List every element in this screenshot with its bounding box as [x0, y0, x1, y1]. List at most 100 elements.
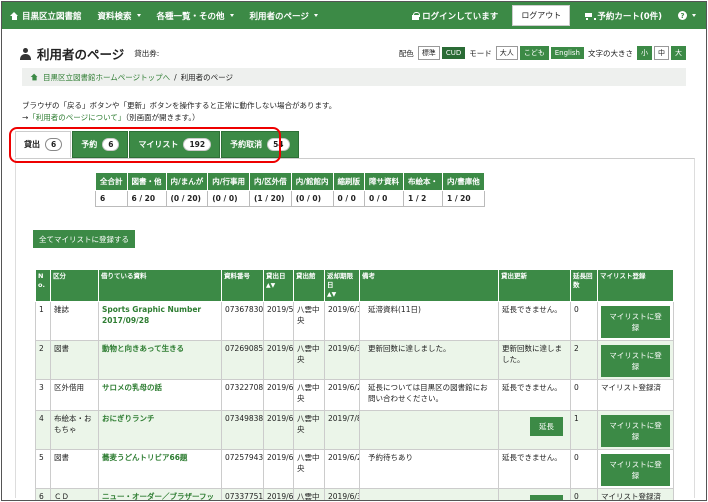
color-cud-button[interactable]: CUD	[441, 47, 466, 59]
page-header: 利用者のページ 貸出券:	[20, 44, 159, 63]
menu-search[interactable]: 資料検索	[90, 10, 149, 22]
column-header-item-number: 資料番号	[221, 269, 264, 302]
table-row: 3区外借用サロメの乳母の話07322708482019/6/12八雲中央2019…	[35, 379, 674, 411]
add-to-mylist-button[interactable]: マイリストに登録	[601, 345, 670, 377]
row-due-date: 2019/6/27	[324, 449, 360, 489]
add-all-to-mylist-button[interactable]: 全てマイリストに登録する	[33, 230, 135, 248]
row-renewal-count: 0	[570, 379, 598, 411]
chevron-down-icon	[136, 14, 141, 17]
menu-userpage-label: 利用者のページ	[249, 11, 309, 22]
row-due-date: 2019/6/13	[324, 301, 360, 341]
home-icon	[30, 73, 39, 81]
lock-icon	[412, 11, 421, 20]
row-renewal-count: 0	[570, 449, 598, 489]
mode-kids-button[interactable]: こども	[519, 46, 549, 60]
row-note: 延滞資料(11日)	[359, 301, 499, 341]
row-renewal: 延長できません。	[498, 449, 571, 489]
row-note	[359, 488, 499, 500]
site-logo-text: 目黒区立図書館	[22, 11, 82, 22]
breadcrumb-home-link[interactable]: 目黒区立図書館ホームページトップへ	[43, 72, 170, 83]
color-standard-button[interactable]: 標準	[417, 46, 440, 60]
mode-english-button[interactable]: English	[550, 47, 584, 59]
renew-button[interactable]: 延長	[530, 417, 563, 436]
summary-header: 内/区外借	[249, 172, 292, 191]
column-header-due-date[interactable]: 返却期限日 ▲▼	[324, 269, 360, 302]
add-to-mylist-button[interactable]: マイリストに登録	[601, 415, 670, 447]
row-category: 図書	[50, 449, 99, 489]
row-loan-date: 2019/6/13	[263, 449, 294, 489]
notice-text: ブラウザの「戻る」ボタンや「更新」ボタンを操作すると正常に動作しない場合がありま…	[22, 100, 336, 124]
row-renewal-count: 0	[570, 488, 598, 500]
row-note: 更新回数に達しました。	[359, 340, 499, 380]
reserve-cart-link[interactable]: 予約カート(0件)	[576, 10, 670, 22]
renew-button[interactable]: 延長	[530, 495, 563, 500]
row-item-number: 0734983869	[221, 410, 264, 450]
row-note: 延長については目黒区の図書館にお問い合わせください。	[359, 379, 499, 411]
logout-button[interactable]: ログアウト	[512, 5, 571, 26]
row-mylist: マイリスト登録済	[597, 379, 674, 411]
text-size-small-button[interactable]: 小	[637, 46, 652, 60]
sort-icon: ▲▼	[327, 291, 337, 298]
chevron-down-icon	[313, 14, 318, 17]
row-renewal: 更新回数に達しました。	[498, 340, 571, 380]
about-userpage-link[interactable]: 「利用者のページについて」	[28, 113, 125, 122]
row-renewal-count: 2	[570, 340, 598, 380]
summary-value: 6	[95, 190, 128, 207]
column-header-category: 区分	[50, 269, 99, 302]
mode-adult-button[interactable]: 大人	[495, 46, 518, 60]
chevron-down-icon	[229, 14, 234, 17]
row-renewal-count: 1	[570, 410, 598, 450]
summary-value: 1 / 2	[403, 190, 443, 207]
summary-value: (0 / 0)	[290, 190, 334, 207]
row-branch: 八雲中央	[293, 340, 325, 380]
mode-label: モード	[469, 48, 492, 58]
row-number: 4	[35, 410, 51, 450]
row-mylist: マイリストに登録	[597, 340, 674, 380]
row-item-number: 0725794325	[221, 449, 264, 489]
text-size-medium-button[interactable]: 中	[654, 46, 669, 60]
table-row: 2図書動物と向きあって生きる07269085932019/6/2八雲中央2019…	[35, 340, 674, 380]
login-status-text: ログインしています	[422, 11, 499, 22]
cart-icon	[584, 12, 597, 20]
summary-value: 1 / 20	[442, 190, 485, 207]
row-mylist: マイリストに登録	[597, 449, 674, 489]
notice-line: ブラウザの「戻る」ボタンや「更新」ボタンを操作すると正常に動作しない場合がありま…	[22, 101, 337, 110]
row-title-link[interactable]: 蕎麦うどんトリビア66題	[98, 449, 222, 489]
page-title: 利用者のページ	[37, 47, 125, 62]
row-number: 6	[35, 488, 51, 500]
row-mylist: マイリストに登録	[597, 301, 674, 341]
row-note	[359, 410, 499, 450]
table-row: 1 雑誌 Sports Graphic Number 2017/09/28 07367…	[35, 301, 674, 341]
row-title-link[interactable]: おにぎりランチ	[98, 410, 222, 450]
menu-lists[interactable]: 各種一覧・その他	[149, 10, 242, 22]
row-renewal: 延長できません。	[498, 379, 571, 411]
row-title-link[interactable]: 動物と向きあって生きる	[98, 340, 222, 380]
add-to-mylist-button[interactable]: マイリストに登録	[601, 454, 670, 486]
row-due-date: 2019/6/26	[324, 379, 360, 411]
column-header-label: 貸出日	[266, 272, 286, 280]
summary-header: 障サ資料	[364, 172, 404, 191]
row-mylist: マイリスト登録済	[597, 488, 674, 500]
row-title-link[interactable]: Sports Graphic Number 2017/09/28	[98, 301, 222, 341]
row-renewal: 延長	[498, 410, 571, 450]
row-title-link[interactable]: ニュー・オーダー／ブラザーフッド	[98, 488, 222, 500]
row-title-link[interactable]: サロメの乳母の話	[98, 379, 222, 411]
menu-userpage[interactable]: 利用者のページ	[242, 10, 326, 22]
row-number: 2	[35, 340, 51, 380]
table-header-row: N o. 区分 借りている資料 資料番号 貸出日 ▲▼ 貸出館 返却期限日 ▲▼ 備…	[35, 269, 674, 302]
top-navigation: 目黒区立図書館 資料検索 各種一覧・その他 利用者のページ ログインしています …	[2, 2, 706, 29]
column-header-loan-date[interactable]: 貸出日 ▲▼	[263, 269, 294, 302]
row-renewal: 延長	[498, 488, 571, 500]
breadcrumb-current: 利用者のページ	[180, 72, 234, 82]
add-to-mylist-button[interactable]: マイリストに登録	[601, 306, 670, 338]
summary-value: 0 / 0	[332, 190, 365, 207]
row-note: 予約待ちあり	[359, 449, 499, 489]
help-menu[interactable]: ?	[670, 11, 706, 20]
summary-header: 内/書庫他	[442, 172, 485, 191]
site-logo-link[interactable]: 目黒区立図書館	[2, 10, 90, 22]
table-row: 4布絵本・おもちゃおにぎりランチ07349838692019/6/12八雲中央2…	[35, 410, 674, 450]
user-icon	[20, 47, 31, 60]
text-size-large-button[interactable]: 大	[671, 46, 686, 60]
column-header-notes: 備考	[359, 269, 499, 302]
row-category: 区外借用	[50, 379, 99, 411]
